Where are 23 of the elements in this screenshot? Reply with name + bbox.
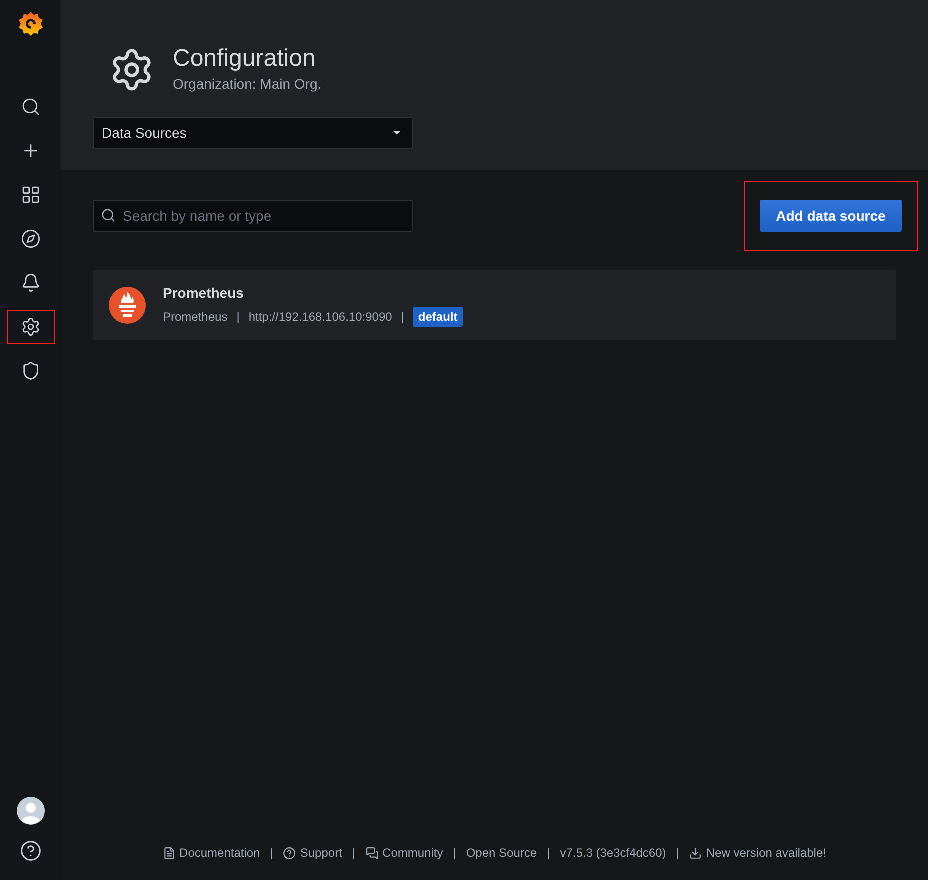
separator: | (676, 845, 680, 862)
separator: | (270, 845, 274, 862)
separator: | (352, 845, 356, 862)
separator: | (547, 845, 550, 862)
datasource-url: http://192.168.106.10:9090 (248, 309, 392, 326)
footer-link[interactable]: v7.5.3 (3e3cf4dc60) (560, 844, 666, 862)
page-title: Configuration (173, 44, 317, 74)
footer-link[interactable]: New version available! (706, 844, 826, 862)
datasource-name[interactable]: Prometheus (163, 283, 463, 304)
footer-link[interactable]: Open Source (466, 844, 538, 862)
separator: | (401, 309, 404, 326)
section-dropdown[interactable]: Data Sources (93, 117, 413, 149)
default-badge: default (413, 307, 463, 327)
footer-link[interactable]: Support (300, 844, 342, 862)
separator: | (236, 309, 240, 326)
add-data-source-button[interactable]: Add data source (760, 200, 902, 232)
footer-link[interactable]: Community (382, 844, 444, 862)
datasource-type: Prometheus (163, 309, 228, 326)
page-subtitle: Organization: Main Org. (173, 75, 322, 94)
separator: | (453, 845, 456, 862)
footer-link[interactable]: Documentation (180, 844, 260, 862)
datasource-card[interactable]: Prometheus Prometheus | http://192.168.106.10:9090 | default (93, 270, 896, 340)
search-field[interactable]: Search by name or type (93, 200, 413, 232)
